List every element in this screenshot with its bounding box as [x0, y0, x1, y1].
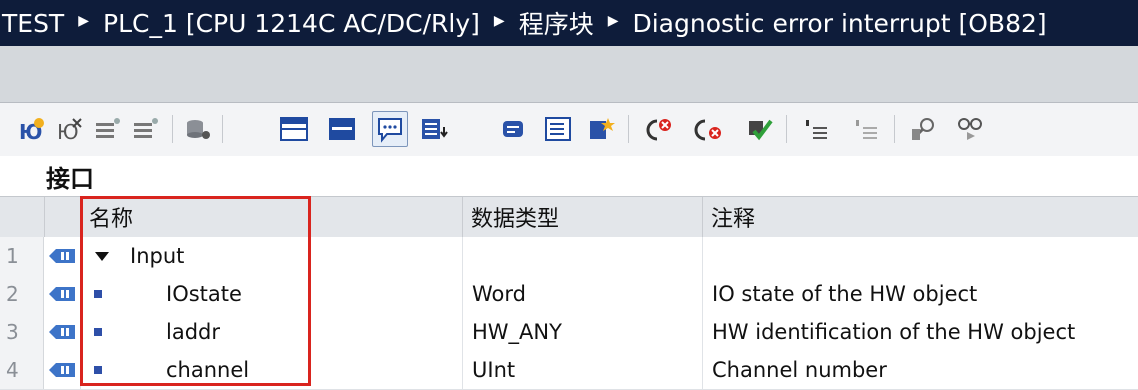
triangle-right-icon: ▶	[493, 13, 505, 29]
compile-icon[interactable]	[742, 111, 778, 147]
table-row[interactable]: 4 channel UInt Channel number	[0, 351, 1138, 390]
param-bullet-icon	[94, 313, 102, 351]
interface-param-icon	[44, 237, 80, 275]
insert-row-icon[interactable]: Ю	[14, 111, 50, 147]
breadcrumb-item-program-blocks[interactable]: 程序块	[519, 5, 594, 41]
header-row-number	[0, 197, 44, 237]
header-icon-column	[44, 197, 80, 237]
insert-network-icon[interactable]	[416, 111, 452, 147]
favorites-icon[interactable]	[584, 111, 620, 147]
row-number: 3	[0, 313, 44, 351]
row-number: 4	[0, 351, 44, 389]
block-view-icon[interactable]	[324, 111, 360, 147]
table-header: 名称 数据类型 注释	[0, 196, 1138, 238]
header-name[interactable]: 名称	[80, 197, 462, 237]
close-call-icon[interactable]	[690, 111, 726, 147]
interface-param-icon	[44, 313, 80, 351]
header-comment[interactable]: 注释	[702, 197, 1138, 237]
outdent-icon[interactable]	[848, 111, 884, 147]
param-name[interactable]: laddr	[166, 313, 220, 351]
param-comment[interactable]: Channel number	[712, 351, 887, 389]
collapse-all-icon[interactable]	[128, 111, 164, 147]
breadcrumb: TEST ▶ PLC_1 [CPU 1214C AC/DC/Rly] ▶ 程序块…	[0, 0, 1138, 46]
toolbar-divider	[786, 115, 787, 143]
param-name[interactable]: IOstate	[166, 275, 242, 313]
editor-header-band	[0, 46, 1138, 103]
table-row[interactable]: 3 laddr HW_ANY HW identification of the …	[0, 313, 1138, 352]
toolbar-divider	[222, 115, 223, 143]
breadcrumb-item-block[interactable]: Diagnostic error interrupt [OB82]	[632, 9, 1046, 38]
param-name[interactable]: Input	[130, 237, 184, 275]
list-icon[interactable]	[540, 111, 576, 147]
glasses-icon[interactable]	[952, 111, 988, 147]
param-data-type[interactable]: UInt	[472, 351, 515, 389]
param-comment[interactable]: HW identification of the HW object	[712, 313, 1075, 351]
triangle-right-icon: ▶	[607, 13, 619, 29]
table-row[interactable]: 1 Input	[0, 237, 1138, 276]
param-comment[interactable]: IO state of the HW object	[712, 275, 977, 313]
expand-all-icon[interactable]	[90, 111, 126, 147]
param-bullet-icon	[94, 275, 102, 313]
breadcrumb-item-plc[interactable]: PLC_1 [CPU 1214C AC/DC/Rly]	[103, 9, 480, 38]
load-icon[interactable]	[496, 111, 532, 147]
search-icon[interactable]	[906, 111, 942, 147]
toolbar-divider	[628, 115, 629, 143]
interface-param-icon	[44, 275, 80, 313]
param-data-type[interactable]: HW_ANY	[472, 313, 562, 351]
table-row[interactable]: 2 IOstate Word IO state of the HW object	[0, 275, 1138, 314]
row-number: 1	[0, 237, 44, 275]
indent-icon[interactable]	[798, 111, 834, 147]
interface-view-icon[interactable]	[276, 111, 312, 147]
expand-triangle-icon[interactable]	[94, 237, 110, 275]
toolbar-divider	[894, 115, 895, 143]
monitor-icon[interactable]	[180, 111, 216, 147]
comment-icon[interactable]	[372, 111, 408, 147]
interface-param-icon	[44, 351, 80, 389]
interface-section-label: 接口	[46, 164, 94, 193]
breadcrumb-item-project[interactable]: TEST	[2, 9, 64, 38]
row-number: 2	[0, 275, 44, 313]
toolbar-divider	[172, 115, 173, 143]
param-data-type[interactable]: Word	[472, 275, 526, 313]
block-editor-toolbar: Ю Ю	[0, 103, 1138, 156]
triangle-right-icon: ▶	[78, 13, 89, 29]
param-name[interactable]: channel	[166, 351, 249, 389]
header-data-type[interactable]: 数据类型	[462, 197, 702, 237]
param-bullet-icon	[94, 351, 102, 389]
add-row-icon[interactable]: Ю	[52, 111, 88, 147]
open-call-icon[interactable]	[640, 111, 676, 147]
